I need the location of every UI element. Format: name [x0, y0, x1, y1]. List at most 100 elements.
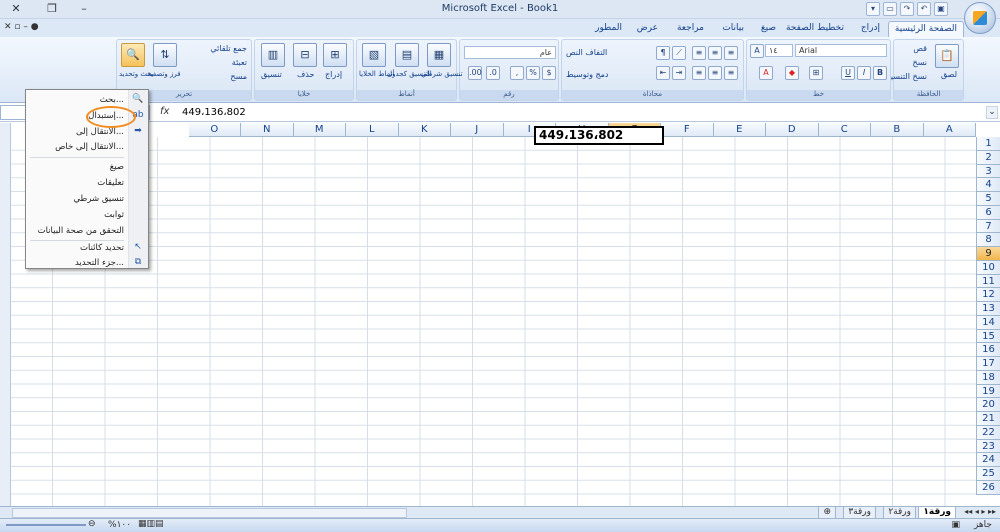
delete-button[interactable]: حذف [297, 70, 314, 79]
column-header-k[interactable]: K [398, 123, 451, 137]
autosum-button[interactable]: جمع تلقائي [210, 44, 247, 53]
fill-color-icon[interactable]: ◆ [785, 66, 799, 80]
menu-item-comments[interactable]: تعليقات [97, 178, 124, 188]
row-header-21[interactable]: 21 [976, 412, 1000, 426]
row-header-25[interactable]: 25 [976, 467, 1000, 481]
column-header-n[interactable]: N [241, 123, 294, 137]
macro-record-icon[interactable]: ▣ [951, 520, 960, 530]
decrease-indent-icon[interactable]: ⇤ [656, 66, 670, 80]
tab-review[interactable]: مراجعة [671, 21, 710, 37]
wrap-text-button[interactable]: التفاف النص [566, 48, 607, 57]
row-header-4[interactable]: 4 [976, 178, 1000, 192]
sort-filter-icon[interactable]: ⇅ [153, 43, 177, 67]
font-size-select[interactable]: ١٤ [765, 44, 793, 57]
cell-styles-icon[interactable]: ▧ [362, 43, 386, 67]
currency-icon[interactable]: $ [542, 66, 556, 80]
orientation-icon[interactable]: ⟋ [672, 46, 686, 60]
row-header-22[interactable]: 22 [976, 425, 1000, 440]
format-button[interactable]: تنسيق [261, 70, 282, 79]
column-header-a[interactable]: A [923, 123, 976, 137]
tab-insert[interactable]: إدراج [855, 21, 886, 37]
insert-button[interactable]: إدراج [325, 70, 342, 79]
cut-button[interactable]: قص [913, 44, 927, 53]
menu-item-find[interactable]: بحث... [100, 95, 124, 105]
find-select-button[interactable]: بحث وتحديد [119, 70, 154, 78]
menu-item-goto[interactable]: الانتقال إلى... [76, 127, 124, 137]
paste-label[interactable]: لصق [941, 70, 957, 79]
row-header-5[interactable]: 5 [976, 192, 1000, 206]
grow-font-icon[interactable]: A [750, 44, 764, 58]
font-color-icon[interactable]: A [759, 66, 773, 80]
find-select-icon[interactable]: 🔍 [121, 43, 145, 67]
row-header-12[interactable]: 12 [976, 288, 1000, 302]
row-header-7[interactable]: 7 [976, 219, 1000, 234]
tab-data[interactable]: بيانات [716, 21, 750, 37]
row-header-14[interactable]: 14 [976, 315, 1000, 330]
menu-item-goto-special[interactable]: الانتقال إلى خاص... [55, 142, 124, 152]
worksheet-grid[interactable]: ABCDEFGHIJKLMNO 123456789101112131415161… [0, 123, 1000, 506]
decrease-decimal-icon[interactable]: .00 [468, 66, 482, 80]
row-header-3[interactable]: 3 [976, 164, 1000, 179]
row-header-26[interactable]: 26 [976, 480, 1000, 495]
column-header-e[interactable]: E [713, 123, 766, 137]
row-header-17[interactable]: 17 [976, 357, 1000, 371]
row-header-23[interactable]: 23 [976, 439, 1000, 454]
tab-home[interactable]: الصفحة الرئيسية [887, 21, 964, 37]
align-top-icon[interactable]: ≡ [724, 46, 738, 60]
clear-button[interactable]: مسح [230, 72, 247, 81]
column-header-d[interactable]: D [766, 123, 819, 137]
row-header-8[interactable]: 8 [976, 233, 1000, 247]
comma-icon[interactable]: , [510, 66, 524, 80]
align-center-icon[interactable]: ≡ [708, 66, 722, 80]
tab-page-layout[interactable]: تخطيط الصفحة [780, 21, 850, 37]
sheet-nav-icons[interactable]: ◂◂ ◂ ▸ ▸▸ [964, 507, 996, 516]
redo-icon[interactable]: ↷ [900, 2, 914, 16]
align-bottom-icon[interactable]: ≡ [692, 46, 706, 60]
active-cell-g9[interactable]: 449،136،802 [534, 126, 664, 145]
save-icon[interactable]: ▣ [934, 2, 948, 16]
formula-input[interactable]: 449،136،802 [182, 107, 246, 118]
row-header-11[interactable]: 11 [976, 274, 1000, 289]
conditional-format-icon[interactable]: ▦ [427, 43, 451, 67]
align-left-icon[interactable]: ≡ [692, 66, 706, 80]
format-cells-icon[interactable]: ▥ [261, 43, 285, 67]
column-header-o[interactable]: O [188, 123, 241, 137]
borders-icon[interactable]: ⊞ [809, 66, 823, 80]
row-header-18[interactable]: 18 [976, 370, 1000, 385]
insert-cells-icon[interactable]: ⊞ [323, 43, 347, 67]
row-header-13[interactable]: 13 [976, 302, 1000, 316]
row-header-10[interactable]: 10 [976, 260, 1000, 275]
underline-icon[interactable]: U [841, 66, 855, 80]
vertical-scrollbar[interactable] [0, 123, 11, 506]
column-header-l[interactable]: L [346, 123, 399, 137]
align-right-icon[interactable]: ≡ [724, 66, 738, 80]
menu-item-constants[interactable]: ثوابت [104, 210, 124, 220]
customize-icon[interactable]: ▾ [866, 2, 880, 16]
column-header-c[interactable]: C [818, 123, 871, 137]
zoom-slider[interactable] [6, 524, 86, 526]
restore-icon[interactable]: ❐ [44, 2, 60, 16]
office-button[interactable] [964, 2, 996, 34]
menu-item-selection-pane[interactable]: جزء التحديد... [75, 258, 124, 268]
horizontal-scrollbar[interactable] [12, 508, 407, 518]
zoom-out-icon[interactable]: ⊖ [88, 519, 96, 529]
row-header-19[interactable]: 19 [976, 384, 1000, 399]
font-name-select[interactable]: Arial [795, 44, 887, 57]
minimize-icon[interactable]: – [76, 2, 92, 16]
row-header-16[interactable]: 16 [976, 343, 1000, 357]
expand-formula-icon[interactable]: ⌄ [986, 106, 998, 119]
increase-decimal-icon[interactable]: .0 [486, 66, 500, 80]
column-header-f[interactable]: F [661, 123, 714, 137]
column-header-m[interactable]: M [293, 123, 346, 137]
tab-view[interactable]: عرض [631, 21, 664, 37]
tab-formulas[interactable]: صيغ [755, 21, 782, 37]
menu-item-select-objects[interactable]: تحديد كائنات [80, 243, 124, 253]
undo-icon[interactable]: ↶ [917, 2, 931, 16]
column-header-j[interactable]: J [451, 123, 504, 137]
merge-center-button[interactable]: دمج وتوسيط [566, 70, 609, 79]
fx-icon[interactable]: fx [160, 106, 169, 117]
row-header-24[interactable]: 24 [976, 453, 1000, 467]
text-direction-icon[interactable]: ¶ [656, 46, 670, 60]
italic-icon[interactable]: I [857, 66, 871, 80]
menu-item-data-validation[interactable]: التحقق من صحة البيانات [38, 226, 124, 236]
